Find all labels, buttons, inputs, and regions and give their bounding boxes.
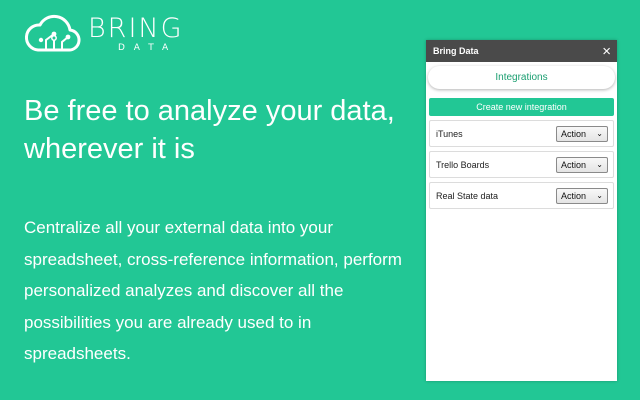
- action-select-value: Action: [561, 128, 587, 139]
- cloud-circuit-icon: [25, 14, 81, 52]
- integration-row-trello-boards: Trello Boards Action ⌄: [429, 151, 614, 178]
- integration-name: Trello Boards: [436, 159, 490, 170]
- panel-title: Bring Data: [433, 46, 479, 56]
- action-select[interactable]: Action ⌄: [556, 187, 608, 204]
- hero-headline: Be free to analyze your data, wherever i…: [24, 95, 395, 165]
- integrations-panel: Bring Data × Integrations Create new int…: [426, 40, 617, 381]
- tab-integrations-label: Integrations: [495, 72, 548, 83]
- integration-row-real-state-data: Real State data Action ⌄: [429, 182, 614, 209]
- tab-integrations[interactable]: Integrations: [428, 66, 615, 89]
- close-icon[interactable]: ×: [602, 44, 611, 59]
- action-select-value: Action: [561, 159, 587, 170]
- chevron-down-icon: ⌄: [596, 159, 603, 169]
- chevron-down-icon: ⌄: [596, 128, 603, 138]
- brand-logo: BRING DATA: [24, 14, 184, 54]
- action-select[interactable]: Action ⌄: [556, 156, 608, 173]
- chevron-down-icon: ⌄: [596, 190, 603, 200]
- panel-header: Bring Data ×: [426, 40, 617, 62]
- create-integration-button[interactable]: Create new integration: [429, 98, 614, 116]
- logo-subtitle: DATA: [118, 43, 178, 53]
- integration-row-itunes: iTunes Action ⌄: [429, 120, 614, 147]
- action-select[interactable]: Action ⌄: [556, 125, 608, 142]
- hero-description: Centralize all your external data into y…: [24, 218, 402, 363]
- logo-wordmark: BRING: [88, 13, 184, 44]
- integration-name: Real State data: [436, 190, 499, 201]
- integration-list: iTunes Action ⌄ Trello Boards Action ⌄ R…: [426, 116, 617, 209]
- action-select-value: Action: [561, 190, 587, 201]
- integration-name: iTunes: [436, 128, 463, 139]
